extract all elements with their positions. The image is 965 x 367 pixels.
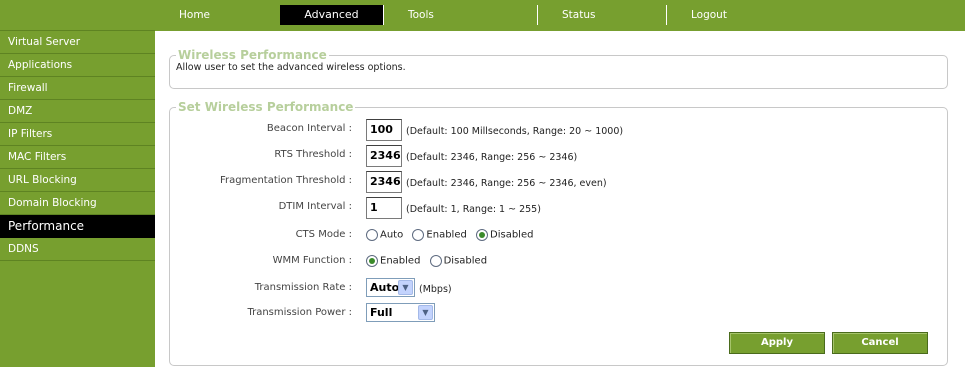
main-content: Wireless Performance Allow user to set t… <box>155 31 965 367</box>
cts-auto-radio[interactable] <box>366 229 378 241</box>
sidebar-item-url-blocking[interactable]: URL Blocking <box>0 169 155 192</box>
info-description: Allow user to set the advanced wireless … <box>176 62 406 73</box>
rate-value: Auto <box>370 281 400 294</box>
sidebar-item-firewall[interactable]: Firewall <box>0 77 155 100</box>
apply-button[interactable]: Apply <box>729 332 825 354</box>
sidebar-item-performance[interactable]: Performance <box>0 215 155 238</box>
tab-advanced[interactable]: Advanced <box>280 5 383 25</box>
dtim-row: DTIM Interval : 1 (Default: 1, Range: 1 ~… <box>170 197 940 219</box>
sidebar-header <box>0 0 155 31</box>
chevron-down-icon[interactable]: ▼ <box>398 280 413 295</box>
sidebar-item-mac-filters[interactable]: MAC Filters <box>0 146 155 169</box>
chevron-down-icon[interactable]: ▼ <box>418 305 433 320</box>
power-row: Transmission Power : Full ▼ <box>170 303 940 325</box>
sidebar-item-virtual-server[interactable]: Virtual Server <box>0 31 155 54</box>
sidebar-item-dmz[interactable]: DMZ <box>0 100 155 123</box>
rts-threshold-input[interactable]: 2346 <box>366 145 402 167</box>
tab-tools[interactable]: Tools <box>384 5 537 25</box>
form-title: Set Wireless Performance <box>178 100 354 114</box>
sidebar-item-applications[interactable]: Applications <box>0 54 155 77</box>
power-label: Transmission Power : <box>247 307 352 318</box>
sidebar-item-domain-blocking[interactable]: Domain Blocking <box>0 192 155 215</box>
rts-row: RTS Threshold : 2346 (Default: 2346, Rang… <box>170 145 940 167</box>
tab-logout[interactable]: Logout <box>667 5 807 25</box>
tab-status[interactable]: Status <box>538 5 666 25</box>
cts-enabled-radio[interactable] <box>412 229 425 241</box>
performance-form: Set Wireless Performance Beacon Interval… <box>169 100 948 366</box>
rate-label: Transmission Rate : <box>254 282 352 293</box>
fragmentation-threshold-input[interactable]: 2346 <box>366 171 402 193</box>
wmm-row: WMM Function : Enabled Disabled <box>170 251 940 273</box>
cancel-button[interactable]: Cancel <box>832 332 928 354</box>
cts-disabled-radio[interactable] <box>476 229 489 241</box>
top-nav: Home Advanced Tools Status Logout <box>155 0 965 31</box>
dtim-hint: (Default: 1, Range: 1 ~ 255) <box>406 204 541 215</box>
cts-row: CTS Mode : Auto Enabled Disabled <box>170 225 940 247</box>
power-value: Full <box>370 306 393 319</box>
sidebar-item-ddns[interactable]: DDNS <box>0 238 155 261</box>
cts-enabled-label: Enabled <box>426 229 467 241</box>
wmm-disabled-radio[interactable] <box>429 255 442 267</box>
frag-label: Fragmentation Threshold : <box>219 175 352 186</box>
rts-label: RTS Threshold : <box>274 149 352 160</box>
transmission-rate-select[interactable]: Auto ▼ <box>366 278 415 297</box>
sidebar-item-ip-filters[interactable]: IP Filters <box>0 123 155 146</box>
rate-unit: (Mbps) <box>419 284 452 295</box>
rts-hint: (Default: 2346, Range: 256 ~ 2346) <box>406 152 578 163</box>
beacon-interval-input[interactable]: 100 <box>366 119 402 141</box>
info-panel: Wireless Performance Allow user to set t… <box>169 48 948 89</box>
sidebar: Virtual Server Applications Firewall DMZ… <box>0 0 155 367</box>
beacon-label: Beacon Interval : <box>266 123 352 134</box>
tab-home[interactable]: Home <box>155 5 278 25</box>
dtim-label: DTIM Interval : <box>278 201 352 212</box>
wmm-label: WMM Function : <box>272 255 352 266</box>
frag-row: Fragmentation Threshold : 2346 (Default: … <box>170 171 940 193</box>
cts-disabled-label: Disabled <box>490 229 534 241</box>
beacon-hint: (Default: 100 Millseconds, Range: 20 ~ 1… <box>406 126 624 137</box>
wmm-disabled-label: Disabled <box>443 255 488 267</box>
frag-hint: (Default: 2346, Range: 256 ~ 2346, even) <box>406 178 607 189</box>
transmission-power-select[interactable]: Full ▼ <box>366 303 435 322</box>
cts-label: CTS Mode : <box>295 229 352 240</box>
wmm-enabled-radio[interactable] <box>366 255 378 267</box>
rate-row: Transmission Rate : Auto ▼ (Mbps) <box>170 278 940 300</box>
dtim-interval-input[interactable]: 1 <box>366 197 402 219</box>
wmm-enabled-label: Enabled <box>380 255 421 267</box>
cts-auto-label: Auto <box>380 229 404 241</box>
beacon-row: Beacon Interval : 100 (Default: 100 Mills… <box>170 119 940 141</box>
info-title: Wireless Performance <box>178 48 327 62</box>
